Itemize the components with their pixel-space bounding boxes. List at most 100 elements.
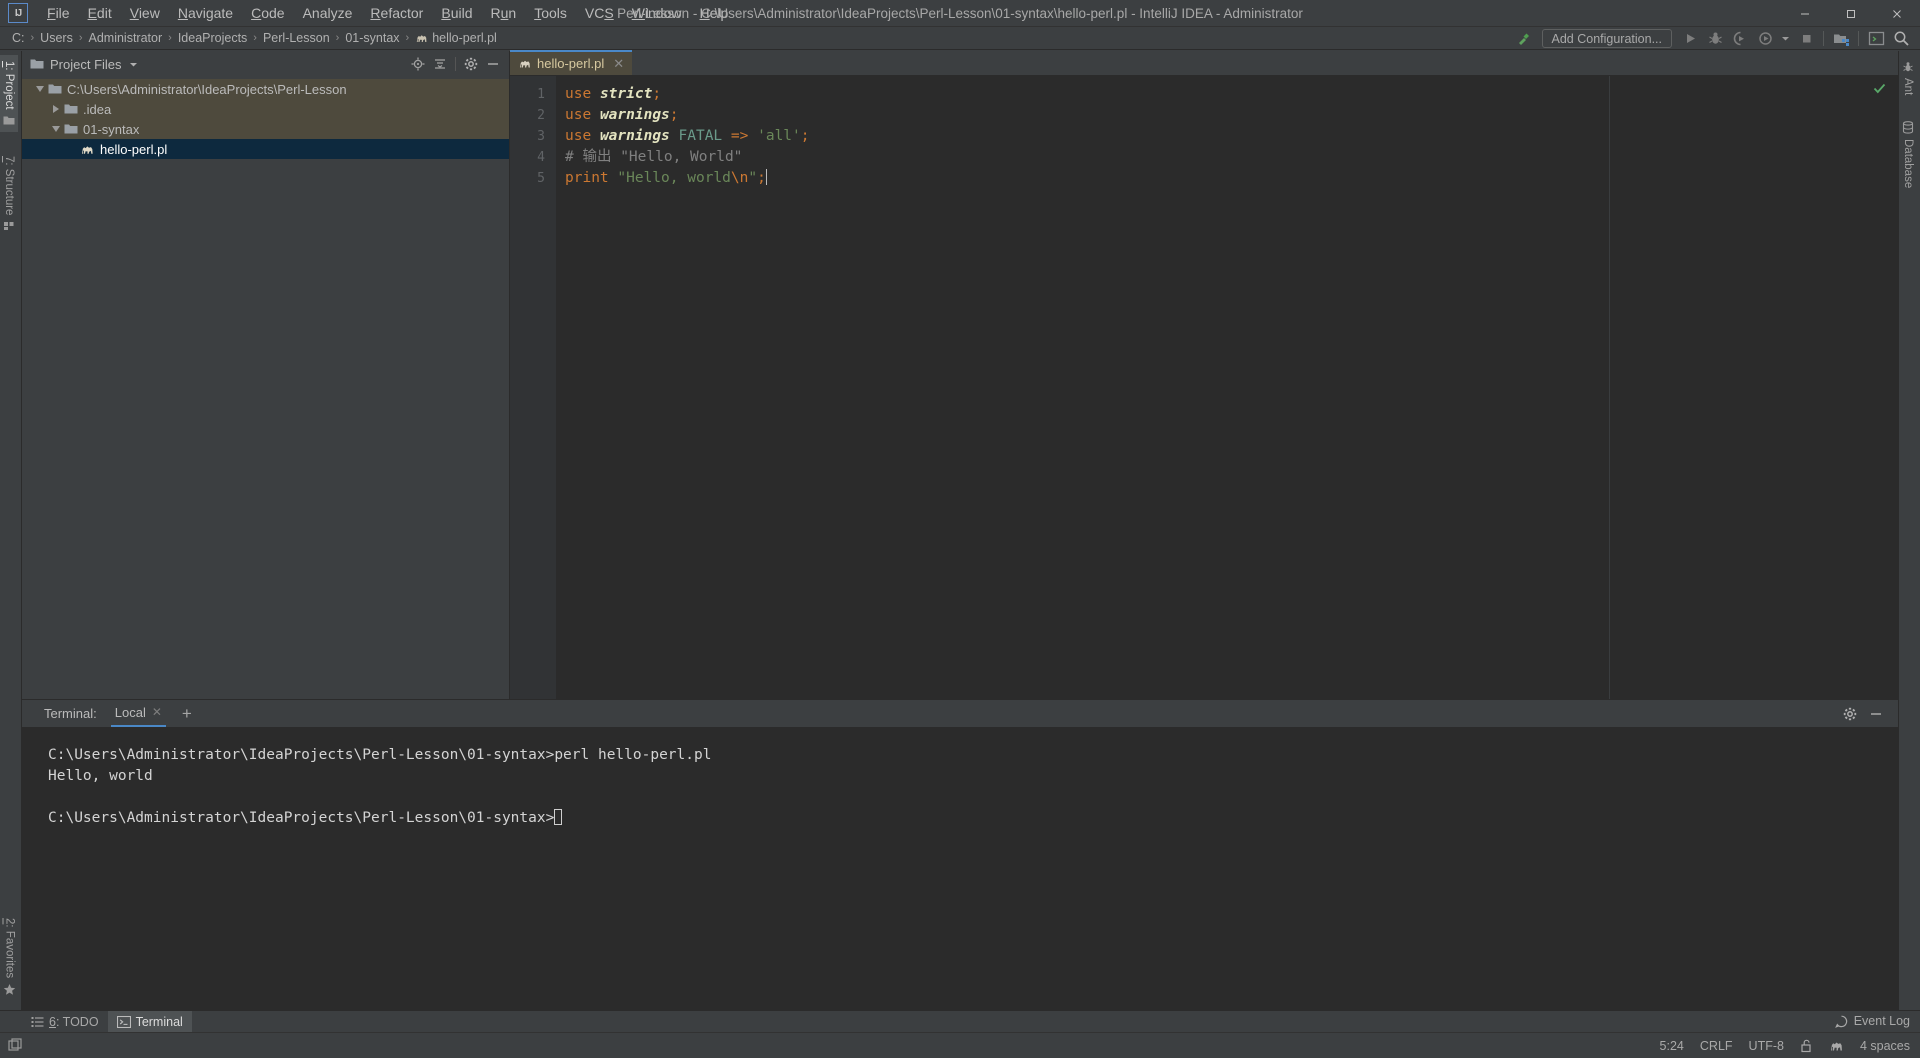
settings-gear-icon[interactable] [461,54,481,74]
code-token: \n [730,170,749,186]
breadcrumb-item-6[interactable]: hello-perl.pl [411,30,501,46]
project-panel-title[interactable]: Project Files [50,57,122,72]
stop-icon[interactable] [1795,29,1817,49]
tree-node-2[interactable]: 01-syntax [22,119,509,139]
hammer-icon[interactable] [1513,29,1535,49]
menu-item-tools[interactable]: Tools [525,2,576,24]
settings-gear-icon[interactable] [1840,704,1860,724]
project-structure-icon[interactable] [1830,29,1852,49]
terminal-tab-local[interactable]: Local ✕ [110,701,166,727]
terminal-icon[interactable] [1865,29,1887,49]
close-button[interactable] [1874,0,1920,27]
code-text-area[interactable]: use strict; use warnings; use warnings FAT… [556,76,1886,699]
collapse-all-icon[interactable] [430,54,450,74]
hide-panel-icon[interactable] [1866,704,1886,724]
profiler-icon[interactable] [1754,29,1776,49]
collapse-triangle-icon[interactable] [48,126,64,132]
code-token: ; [800,128,810,144]
tree-node-0[interactable]: C:\Users\Administrator\IdeaProjects\Perl… [22,79,509,99]
bottom-button-todo[interactable]: 6: TODO [22,1011,108,1033]
sidebar-item-structure[interactable]: 7: Structure [0,150,18,237]
line-number-5[interactable]: 5 [510,168,556,189]
perl-camel-icon[interactable] [1829,1039,1844,1053]
tree-node-label: 01-syntax [83,121,140,137]
code-line-1[interactable]: use strict; [556,84,1886,105]
left-tool-window-strip: 1: Project 7: Structure 2: Favorites [0,51,22,1010]
menu-item-window[interactable]: Window [623,2,691,24]
expand-triangle-icon[interactable] [48,105,64,113]
menu-item-file[interactable]: File [38,2,79,24]
add-configuration-button[interactable]: Add Configuration... [1541,29,1672,48]
chevron-down-icon[interactable] [1779,29,1792,49]
menu-item-analyze[interactable]: Analyze [294,2,362,24]
breadcrumb-item-1[interactable]: Users [36,30,77,46]
encoding[interactable]: UTF-8 [1749,1039,1784,1053]
menu-item-refactor[interactable]: Refactor [361,2,432,24]
collapse-triangle-icon[interactable] [32,86,48,92]
breadcrumb-item-3[interactable]: IdeaProjects [174,30,251,46]
chevron-down-icon[interactable] [129,60,138,69]
line-number-1[interactable]: 1 [510,84,556,105]
hide-panel-icon[interactable] [483,54,503,74]
maximize-button[interactable] [1828,0,1874,27]
run-icon[interactable] [1679,29,1701,49]
code-line-2[interactable]: use warnings; [556,105,1886,126]
unlocked-padlock-icon[interactable] [1800,1039,1813,1053]
line-separator[interactable]: CRLF [1700,1039,1733,1053]
new-terminal-tab-button[interactable]: + [182,705,192,722]
window-controls [1782,0,1920,27]
code-line-4[interactable]: # 输出 "Hello, World" [556,147,1886,168]
code-line-5[interactable]: print "Hello, world\n"; [556,168,1886,189]
close-icon[interactable]: ✕ [152,705,162,719]
code-token: ; [652,86,662,102]
main-area: 1: Project 7: Structure 2: Favorites Ant… [0,50,1920,1010]
menu-item-edit[interactable]: Edit [79,2,121,24]
debug-icon[interactable] [1704,29,1726,49]
menu-item-vcs[interactable]: VCS [576,2,623,24]
menu-item-help[interactable]: Help [691,2,738,24]
search-icon[interactable] [1890,29,1912,49]
breadcrumb-item-0[interactable]: C: [8,30,29,46]
folder-icon [64,123,78,135]
project-file-tree[interactable]: C:\Users\Administrator\IdeaProjects\Perl… [22,77,509,699]
menu-item-run[interactable]: Run [481,2,525,24]
sidebar-item-ant[interactable]: Ant [1899,55,1917,101]
editor-tab-hello-perl[interactable]: hello-perl.pl ✕ [510,50,633,75]
editor-scrollbar[interactable] [1886,76,1898,699]
terminal-line-3: C:\Users\Administrator\IdeaProjects\Perl… [48,808,1898,829]
code-token: FATAL [678,128,723,144]
minimize-button[interactable] [1782,0,1828,27]
tree-node-1[interactable]: .idea [22,99,509,119]
sidebar-item-project[interactable]: 1: Project [0,55,18,132]
breadcrumb-item-2[interactable]: Administrator [85,30,167,46]
close-icon[interactable]: ✕ [613,56,624,72]
terminal-output[interactable]: C:\Users\Administrator\IdeaProjects\Perl… [22,727,1898,1010]
sidebar-item-database[interactable]: Database [1899,115,1917,194]
line-number-3[interactable]: 3 [510,126,556,147]
run-with-coverage-icon[interactable] [1729,29,1751,49]
caret-position[interactable]: 5:24 [1660,1039,1684,1053]
menu-item-build[interactable]: Build [432,2,481,24]
breadcrumb-item-4[interactable]: Perl-Lesson [259,30,334,46]
star-icon [3,983,16,996]
windows-icon[interactable] [8,1038,23,1053]
editor-body: 12345 use strict; use warnings; use warnin… [510,76,1898,699]
event-log-button[interactable]: Event Log [1834,1010,1910,1032]
line-number-2[interactable]: 2 [510,105,556,126]
code-token: "Hello, world [617,170,731,186]
menu-item-view[interactable]: View [121,2,169,24]
editor-gutter[interactable]: 12345 [510,76,556,699]
toolbar-divider [1823,31,1824,46]
menu-item-code[interactable]: Code [242,2,293,24]
tree-node-3[interactable]: hello-perl.pl [22,139,509,159]
line-number-4[interactable]: 4 [510,147,556,168]
menu-item-navigate[interactable]: Navigate [169,2,242,24]
code-line-3[interactable]: use warnings FATAL => 'all'; [556,126,1886,147]
sidebar-item-favorites[interactable]: 2: Favorites [0,912,19,1002]
indent-setting[interactable]: 4 spaces [1860,1039,1910,1053]
locate-icon[interactable] [408,54,428,74]
breadcrumb-item-5[interactable]: 01-syntax [341,30,403,46]
bottom-button-terminal[interactable]: Terminal [107,1010,192,1033]
editor-and-project-split: Project Files C:\Users\Administrator\Ide… [22,50,1898,699]
check-icon[interactable] [1873,82,1886,95]
